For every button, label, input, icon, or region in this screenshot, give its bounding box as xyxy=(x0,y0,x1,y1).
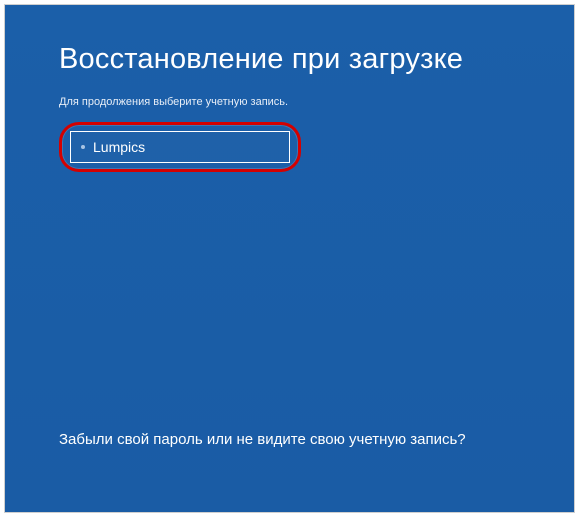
forgot-password-link[interactable]: Забыли свой пароль или не видите свою уч… xyxy=(59,431,466,448)
content-area: Восстановление при загрузке Для продолже… xyxy=(59,43,534,172)
instruction-text: Для продолжения выберите учетную запись. xyxy=(59,96,534,108)
recovery-screen: Восстановление при загрузке Для продолже… xyxy=(4,4,575,513)
account-list-item[interactable]: Lumpics xyxy=(70,131,290,163)
page-title: Восстановление при загрузке xyxy=(59,43,534,76)
annotation-highlight: Lumpics xyxy=(59,122,301,172)
bullet-icon xyxy=(81,145,85,149)
account-name-label: Lumpics xyxy=(93,139,145,155)
